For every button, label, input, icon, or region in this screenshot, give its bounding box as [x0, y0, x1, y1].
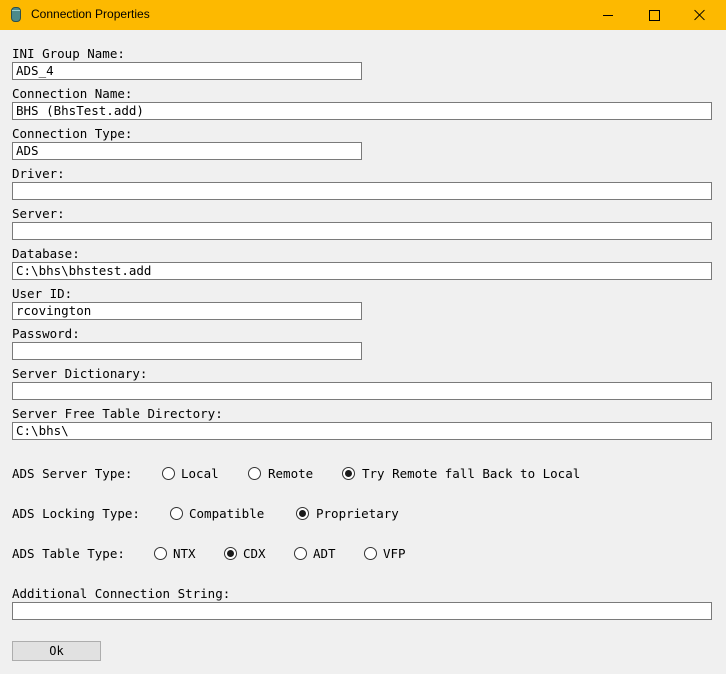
radio-try-remote[interactable]: [342, 467, 355, 480]
radio-local-label[interactable]: Local: [181, 466, 219, 481]
ads-server-type-label: ADS Server Type:: [12, 466, 133, 481]
user-id-input[interactable]: rcovington: [12, 302, 362, 320]
database-label: Database:: [12, 246, 80, 261]
ini-group-label: INI Group Name:: [12, 46, 125, 61]
radio-cdx-label[interactable]: CDX: [243, 546, 266, 561]
ini-group-input[interactable]: ADS_4: [12, 62, 362, 80]
server-input[interactable]: [12, 222, 712, 240]
maximize-button[interactable]: [631, 0, 677, 30]
radio-compatible-label[interactable]: Compatible: [189, 506, 264, 521]
server-free-table-dir-input[interactable]: C:\bhs\: [12, 422, 712, 440]
driver-label: Driver:: [12, 166, 65, 181]
radio-vfp[interactable]: [364, 547, 377, 560]
additional-connection-label: Additional Connection String:: [12, 586, 231, 601]
user-id-label: User ID:: [12, 286, 73, 301]
radio-proprietary[interactable]: [296, 507, 309, 520]
additional-connection-input[interactable]: [12, 602, 712, 620]
driver-input[interactable]: [12, 182, 712, 200]
radio-ntx[interactable]: [154, 547, 167, 560]
connection-type-label: Connection Type:: [12, 126, 133, 141]
database-input[interactable]: C:\bhs\bhstest.add: [12, 262, 712, 280]
radio-remote-label[interactable]: Remote: [268, 466, 313, 481]
minimize-button[interactable]: [585, 0, 631, 30]
password-input[interactable]: [12, 342, 362, 360]
title-bar[interactable]: Connection Properties: [0, 0, 726, 30]
radio-adt[interactable]: [294, 547, 307, 560]
connection-type-input[interactable]: ADS: [12, 142, 362, 160]
radio-cdx[interactable]: [224, 547, 237, 560]
server-free-table-dir-label: Server Free Table Directory:: [12, 406, 223, 421]
window-title: Connection Properties: [31, 7, 150, 21]
radio-try-remote-label[interactable]: Try Remote fall Back to Local: [362, 466, 580, 481]
server-dictionary-input[interactable]: [12, 382, 712, 400]
ads-locking-type-label: ADS Locking Type:: [12, 506, 140, 521]
ok-button[interactable]: Ok: [12, 641, 101, 661]
ads-table-type-label: ADS Table Type:: [12, 546, 125, 561]
connection-name-input[interactable]: BHS (BhsTest.add): [12, 102, 712, 120]
minimize-icon: [603, 14, 613, 16]
connection-properties-window: Connection Properties INI Group Name: AD…: [0, 0, 726, 674]
connection-name-label: Connection Name:: [12, 86, 133, 101]
radio-vfp-label[interactable]: VFP: [383, 546, 406, 561]
close-button[interactable]: [677, 0, 723, 30]
maximize-icon: [648, 9, 660, 21]
radio-remote[interactable]: [248, 467, 261, 480]
radio-proprietary-label[interactable]: Proprietary: [316, 506, 399, 521]
database-icon: [11, 7, 21, 22]
radio-ntx-label[interactable]: NTX: [173, 546, 196, 561]
radio-compatible[interactable]: [170, 507, 183, 520]
password-label: Password:: [12, 326, 80, 341]
radio-adt-label[interactable]: ADT: [313, 546, 336, 561]
close-icon: [694, 9, 706, 21]
server-dictionary-label: Server Dictionary:: [12, 366, 148, 381]
radio-local[interactable]: [162, 467, 175, 480]
server-label: Server:: [12, 206, 65, 221]
